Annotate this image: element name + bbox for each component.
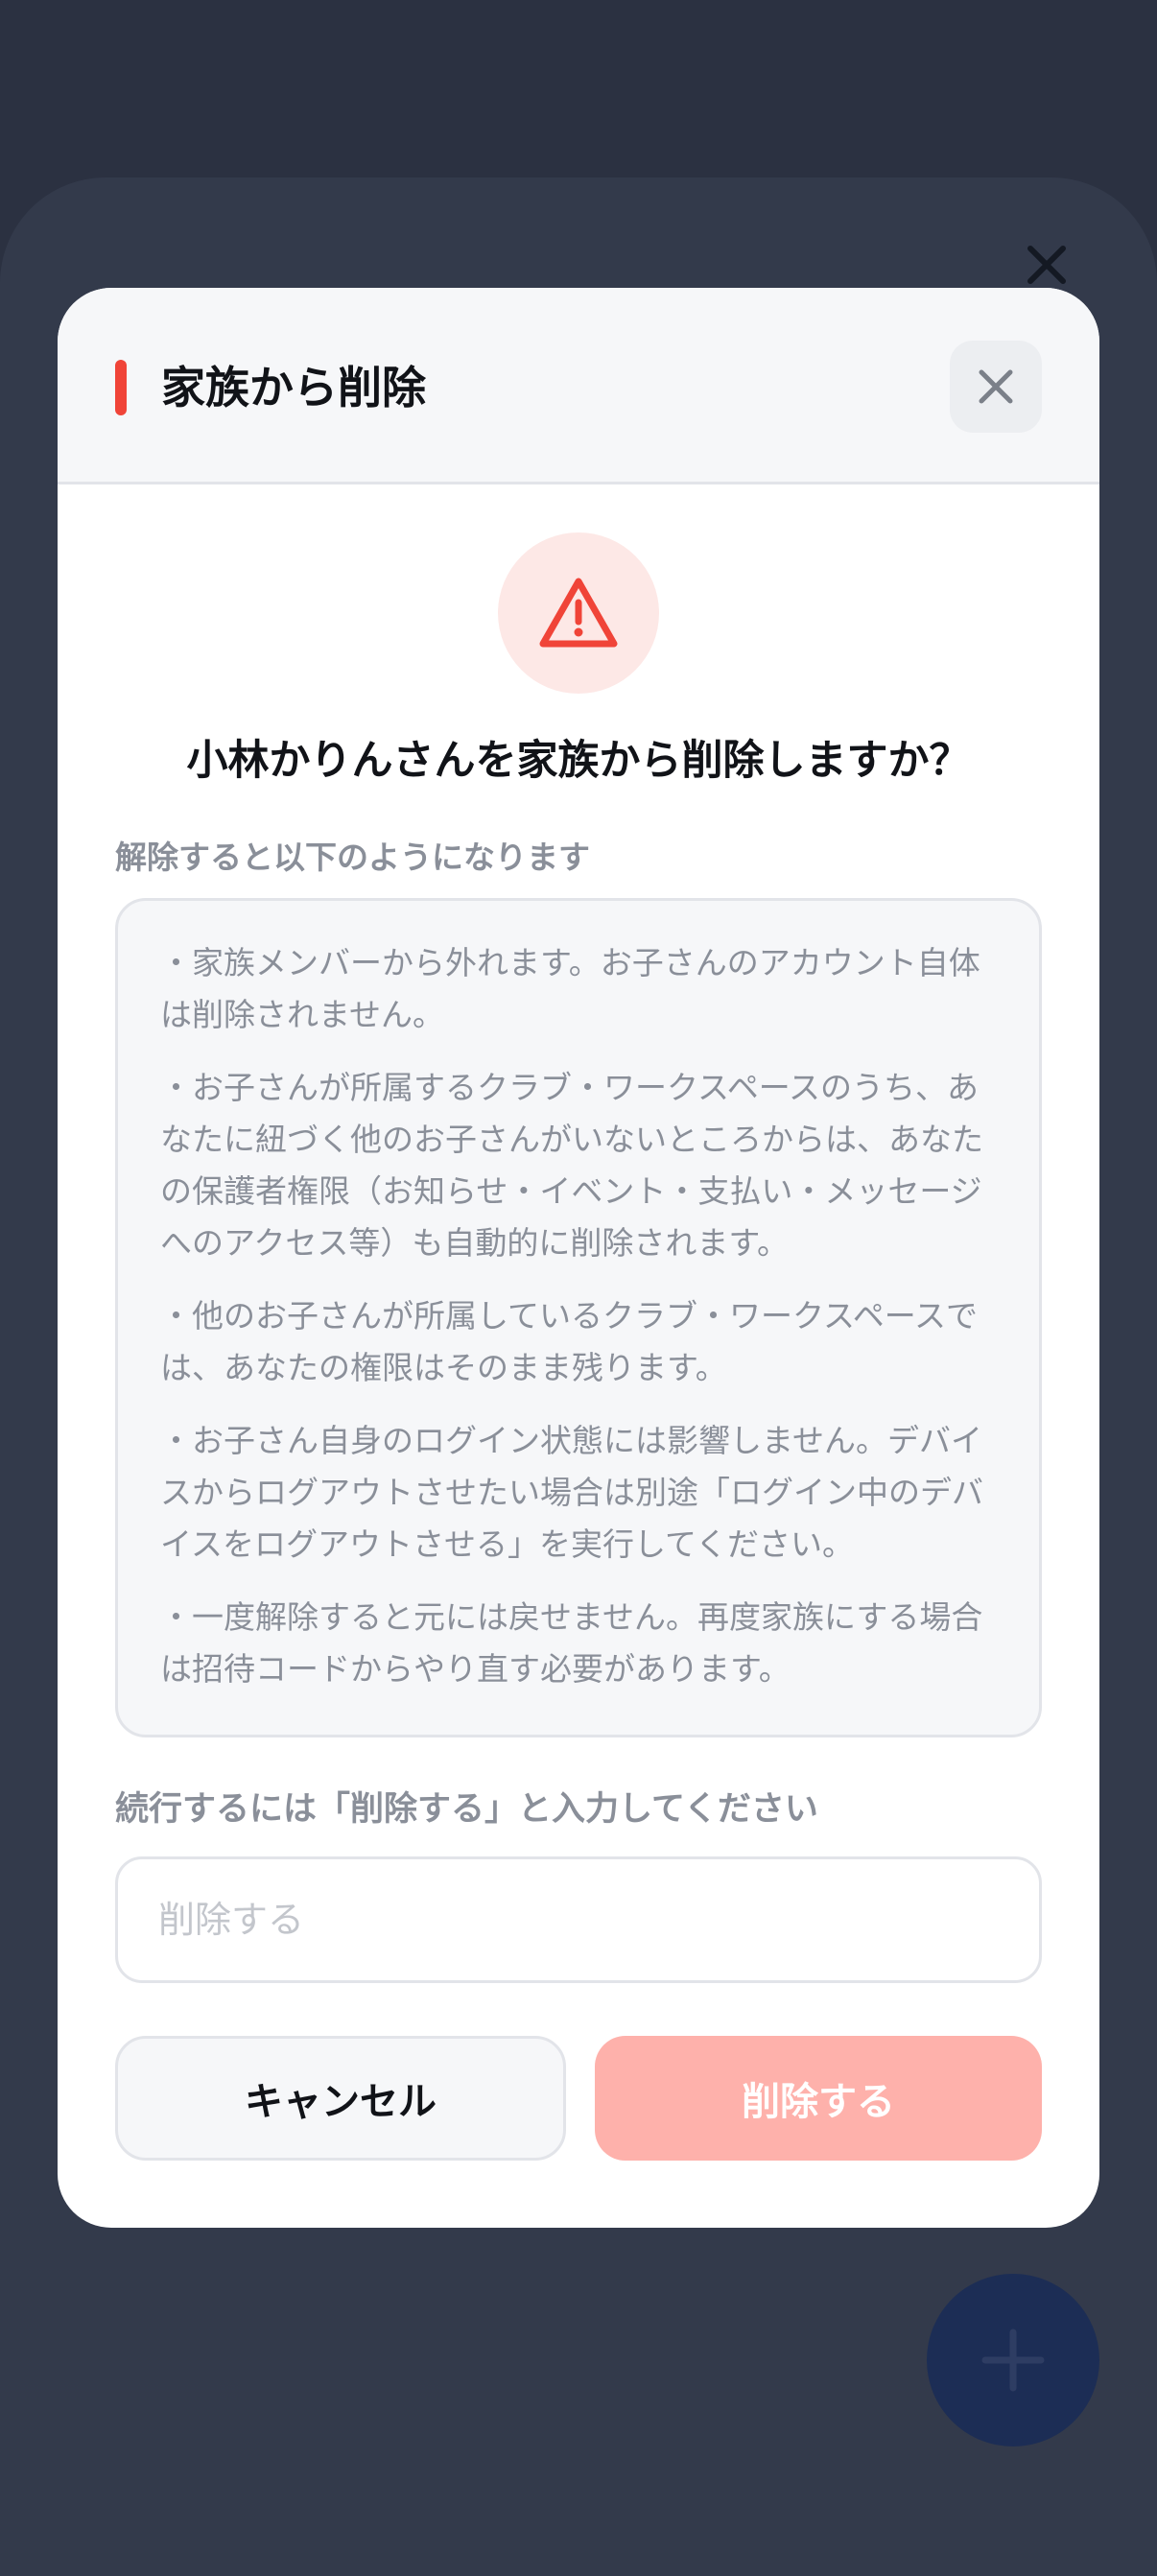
consequence-item: ・一度解除すると元には戻せません。再度家族にする場合は招待コードからやり直す必要…: [160, 1598, 983, 1688]
confirm-delete-input[interactable]: [115, 1856, 1042, 1983]
dialog-header: 家族から削除: [58, 288, 1099, 484]
close-icon: [979, 369, 1013, 404]
consequence-item: ・家族メンバーから外れます。お子さんのアカウント自体は削除されません。: [160, 944, 980, 1033]
consequences-box: ・家族メンバーから外れます。お子さんのアカウント自体は削除されません。 ・お子さ…: [115, 898, 1042, 1737]
consequence-item: ・他のお子さんが所属しているクラブ・ワークスペースでは、あなたの権限はそのまま残…: [160, 1297, 979, 1386]
warning-triangle-icon: [539, 578, 618, 648]
cancel-button[interactable]: キャンセル: [115, 2036, 566, 2161]
add-fab-button[interactable]: [927, 2274, 1099, 2446]
warning-badge: [498, 532, 659, 694]
delete-button[interactable]: 削除する: [595, 2036, 1042, 2161]
dialog-close-button[interactable]: [950, 341, 1042, 433]
background-close-button[interactable]: [1017, 235, 1076, 295]
plus-icon: [981, 2328, 1045, 2392]
consequences-label: 解除すると以下のようになります: [115, 839, 590, 876]
consequence-item: ・お子さんが所属するクラブ・ワークスペースのうち、あなたに紐づく他のお子さんがい…: [160, 1069, 983, 1262]
title-accent-bar: [115, 360, 127, 415]
remove-family-member-dialog: 家族から削除 小林かりんさんを家族から削除しますか？ 解除すると以下のようになり…: [58, 288, 1099, 2228]
confirm-instruction: 続行するには「削除する」と入力してください: [115, 1790, 818, 1829]
dialog-title: 家族から削除: [161, 362, 426, 414]
close-icon: [1027, 246, 1066, 284]
confirmation-question: 小林かりんさんを家族から削除しますか？: [186, 737, 971, 785]
consequence-item: ・お子さん自身のログイン状態には影響しません。デバイスからログアウトさせたい場合…: [160, 1422, 983, 1563]
